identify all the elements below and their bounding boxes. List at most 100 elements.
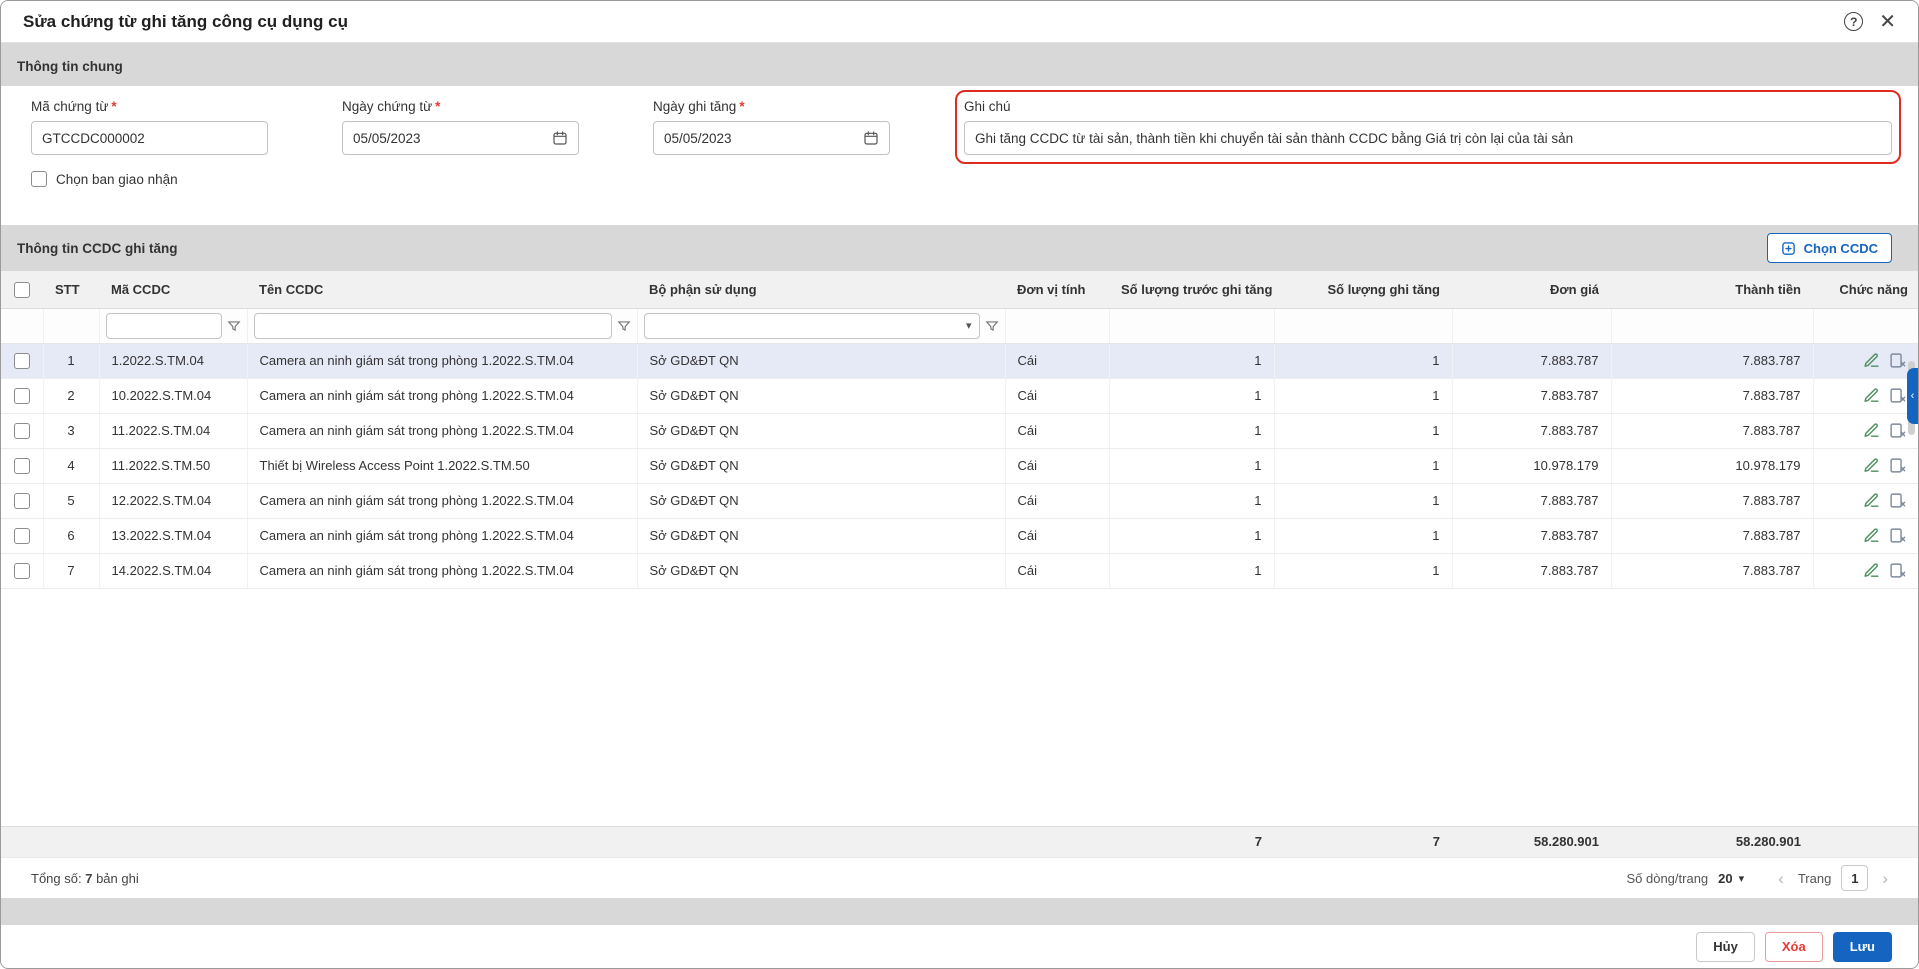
table-row[interactable]: 714.2022.S.TM.04Camera an ninh giám sát … — [1, 553, 1919, 588]
ghi-chu-input[interactable] — [975, 131, 1881, 146]
dialog-title: Sửa chứng từ ghi tăng công cụ dụng cụ — [23, 12, 348, 32]
cell-don-gia: 7.883.787 — [1452, 378, 1611, 413]
cell-ma-ccdc: 11.2022.S.TM.50 — [99, 448, 247, 483]
table-row[interactable]: 311.2022.S.TM.04Camera an ninh giám sát … — [1, 413, 1919, 448]
ccdc-section-title: Thông tin CCDC ghi tăng — [17, 241, 177, 256]
cell-select — [1, 448, 43, 483]
edit-row-icon[interactable] — [1863, 492, 1880, 509]
caret-down-icon: ▾ — [966, 319, 972, 332]
edit-row-icon[interactable] — [1863, 562, 1880, 579]
cell-bo-phan-su-dung: Sở GD&ĐT QN — [637, 343, 1005, 378]
cell-thanh-tien: 10.978.179 — [1611, 448, 1813, 483]
ngay-ghi-tang-label: Ngày ghi tăng — [653, 99, 736, 114]
cell-actions — [1813, 483, 1919, 518]
edit-row-icon[interactable] — [1863, 422, 1880, 439]
row-checkbox[interactable] — [14, 423, 30, 439]
cell-ma-ccdc: 11.2022.S.TM.04 — [99, 413, 247, 448]
row-checkbox[interactable] — [14, 353, 30, 369]
field-ngay-chung-tu: Ngày chứng từ* — [342, 99, 579, 155]
ma-ccdc-filter-input[interactable] — [106, 313, 222, 339]
total-unit: bản ghi — [96, 871, 139, 886]
cell-stt: 4 — [43, 448, 99, 483]
side-panel-toggle[interactable]: ‹ — [1907, 368, 1918, 424]
filter-funnel-icon[interactable] — [227, 319, 241, 333]
remove-row-icon[interactable] — [1889, 527, 1906, 544]
cell-so-luong-ghi-tang: 1 — [1274, 483, 1452, 518]
edit-ccdc-document-dialog: Sửa chứng từ ghi tăng công cụ dụng cụ ? … — [0, 0, 1919, 969]
action-bar: Hủy Xóa Lưu — [1, 925, 1918, 968]
table-row[interactable]: 210.2022.S.TM.04Camera an ninh giám sát … — [1, 378, 1919, 413]
col-ten-ccdc: Tên CCDC — [247, 271, 637, 308]
cell-actions — [1813, 518, 1919, 553]
cell-stt: 2 — [43, 378, 99, 413]
prev-page-icon[interactable]: ‹ — [1774, 870, 1788, 887]
select-all-checkbox[interactable] — [14, 282, 30, 298]
bo-phan-filter-select[interactable]: ▾ — [644, 313, 980, 339]
edit-row-icon[interactable] — [1863, 457, 1880, 474]
cell-don-gia: 7.883.787 — [1452, 553, 1611, 588]
cell-don-gia: 7.883.787 — [1452, 343, 1611, 378]
cell-actions — [1813, 553, 1919, 588]
cell-don-vi-tinh: Cái — [1005, 413, 1109, 448]
rows-per-page-value: 20 — [1718, 871, 1732, 886]
row-checkbox[interactable] — [14, 493, 30, 509]
table-row[interactable]: 512.2022.S.TM.04Camera an ninh giám sát … — [1, 483, 1919, 518]
ccdc-table-panel: STT Mã CCDC Tên CCDC Bộ phận sử dụng Đơn… — [1, 271, 1918, 898]
col-don-gia: Đơn giá — [1452, 271, 1611, 308]
cell-actions — [1813, 413, 1919, 448]
edit-row-icon[interactable] — [1863, 352, 1880, 369]
cancel-button[interactable]: Hủy — [1696, 932, 1755, 962]
col-don-vi-tinh: Đơn vị tính — [1005, 271, 1109, 308]
summary-thanh-tien: 58.280.901 — [1611, 826, 1813, 857]
summary-so-luong-ghi-tang: 7 — [1274, 826, 1452, 857]
cell-so-luong-ghi-tang: 1 — [1274, 448, 1452, 483]
table-row[interactable]: 613.2022.S.TM.04Camera an ninh giám sát … — [1, 518, 1919, 553]
row-checkbox[interactable] — [14, 388, 30, 404]
calendar-icon[interactable] — [552, 130, 568, 146]
ngay-chung-tu-input[interactable] — [353, 131, 544, 146]
table-row[interactable]: 411.2022.S.TM.50Thiết bị Wireless Access… — [1, 448, 1919, 483]
remove-row-icon[interactable] — [1889, 387, 1906, 404]
chevron-left-icon: ‹ — [1911, 390, 1915, 402]
edit-row-icon[interactable] — [1863, 387, 1880, 404]
cell-thanh-tien: 7.883.787 — [1611, 343, 1813, 378]
required-mark: * — [739, 99, 744, 114]
save-button[interactable]: Lưu — [1833, 932, 1892, 962]
current-page-box[interactable]: 1 — [1841, 865, 1868, 891]
ten-ccdc-filter-input[interactable] — [254, 313, 612, 339]
edit-row-icon[interactable] — [1863, 527, 1880, 544]
remove-row-icon[interactable] — [1889, 562, 1906, 579]
next-page-icon[interactable]: › — [1878, 870, 1892, 887]
cell-ten-ccdc: Thiết bị Wireless Access Point 1.2022.S.… — [247, 448, 637, 483]
remove-row-icon[interactable] — [1889, 422, 1906, 439]
ngay-ghi-tang-input[interactable] — [664, 131, 855, 146]
row-checkbox[interactable] — [14, 563, 30, 579]
cell-bo-phan-su-dung: Sở GD&ĐT QN — [637, 483, 1005, 518]
field-ghi-chu-highlighted: Ghi chú — [964, 99, 1892, 155]
row-checkbox[interactable] — [14, 458, 30, 474]
ma-chung-tu-input[interactable] — [42, 131, 257, 146]
calendar-icon[interactable] — [863, 130, 879, 146]
delete-button[interactable]: Xóa — [1765, 932, 1823, 962]
pagination-bar: Tổng số: 7 bản ghi Số dòng/trang 20 ▾ ‹ … — [1, 857, 1918, 898]
plus-square-icon — [1781, 241, 1796, 256]
cell-bo-phan-su-dung: Sở GD&ĐT QN — [637, 553, 1005, 588]
help-icon[interactable]: ? — [1844, 12, 1863, 31]
bottom-gray-gap — [1, 898, 1918, 925]
row-checkbox[interactable] — [14, 528, 30, 544]
col-so-luong-ghi-tang: Số lượng ghi tăng — [1274, 271, 1452, 308]
remove-row-icon[interactable] — [1889, 457, 1906, 474]
remove-row-icon[interactable] — [1889, 492, 1906, 509]
filter-funnel-icon[interactable] — [617, 319, 631, 333]
cell-ten-ccdc: Camera an ninh giám sát trong phòng 1.20… — [247, 413, 637, 448]
filter-funnel-icon[interactable] — [985, 319, 999, 333]
chon-ban-giao-nhan-checkbox[interactable]: Chọn ban giao nhận — [31, 171, 178, 187]
cell-stt: 6 — [43, 518, 99, 553]
remove-row-icon[interactable] — [1889, 352, 1906, 369]
rows-per-page-select[interactable]: 20 ▾ — [1718, 871, 1744, 886]
table-row[interactable]: 11.2022.S.TM.04Camera an ninh giám sát t… — [1, 343, 1919, 378]
chon-ccdc-button[interactable]: Chọn CCDC — [1767, 233, 1892, 263]
ghi-chu-label: Ghi chú — [964, 99, 1892, 114]
close-icon[interactable]: ✕ — [1879, 12, 1896, 32]
checkbox-box[interactable] — [31, 171, 47, 187]
